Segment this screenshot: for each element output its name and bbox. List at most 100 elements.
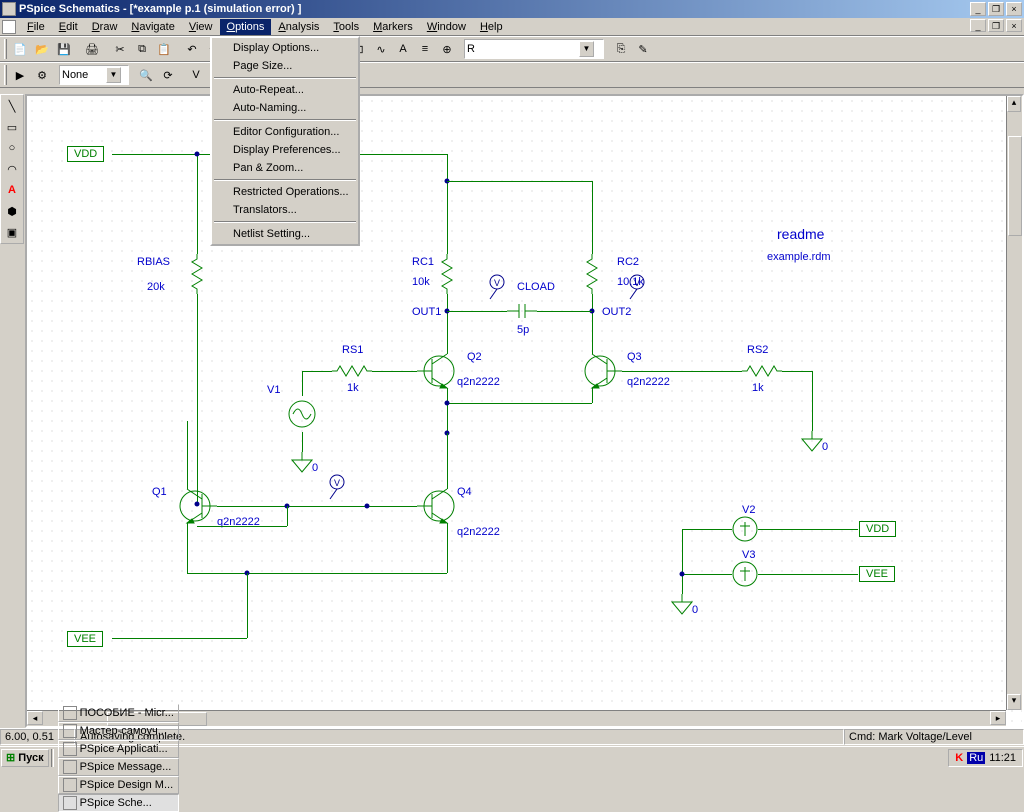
transistor-q3[interactable] — [582, 351, 622, 391]
resistor-rc1[interactable] — [442, 254, 452, 294]
readme-title[interactable]: readme — [777, 226, 824, 242]
ground-v23[interactable] — [672, 594, 692, 614]
port-vdd2[interactable]: VDD — [859, 521, 896, 537]
system-tray[interactable]: K Ru 11:21 — [948, 749, 1023, 767]
menu-navigate[interactable]: Navigate — [124, 19, 181, 35]
source-v3[interactable] — [732, 561, 758, 587]
menuitem-auto-naming-[interactable]: Auto-Naming... — [213, 99, 357, 117]
status-message: Autosaving complete. — [75, 729, 844, 745]
tray-icon[interactable]: K — [955, 752, 963, 764]
edit-attributes-button[interactable]: ✎ — [632, 38, 654, 60]
taskbar-item[interactable]: PSpice Sche... — [58, 794, 179, 812]
menuitem-editor-configuration-[interactable]: Editor Configuration... — [213, 123, 357, 141]
cut-button[interactable]: ✂ — [109, 38, 131, 60]
layer-combo-input[interactable] — [62, 69, 104, 81]
place-part-button[interactable]: ⎘ — [610, 38, 632, 60]
start-button[interactable]: ⊞ Пуск — [1, 749, 49, 767]
menuitem-page-size-[interactable]: Page Size... — [213, 57, 357, 75]
menu-tools[interactable]: Tools — [326, 19, 366, 35]
draw-arc-button[interactable]: ◠ — [2, 159, 22, 179]
menuitem-pan-zoom-[interactable]: Pan & Zoom... — [213, 159, 357, 177]
toolbar-grip[interactable] — [4, 65, 7, 85]
save-button[interactable]: 💾 — [53, 38, 75, 60]
new-button[interactable]: 📄 — [9, 38, 31, 60]
voltage-marker-out1[interactable]: V — [487, 274, 507, 299]
marker-v-button[interactable]: V — [185, 64, 207, 86]
print-button[interactable]: 🖨 — [81, 38, 103, 60]
resistor-rbias[interactable] — [192, 254, 202, 294]
minimize-button[interactable]: _ — [970, 2, 986, 16]
part-combo[interactable]: ▼ — [464, 39, 604, 59]
voltage-marker-out2[interactable]: V — [627, 274, 647, 299]
menu-markers[interactable]: Markers — [366, 19, 420, 35]
resistor-rs2[interactable] — [742, 366, 782, 376]
cload-value: 5p — [517, 324, 529, 336]
toolbar-grip[interactable] — [4, 39, 7, 59]
menu-analysis[interactable]: Analysis — [271, 19, 326, 35]
menuitem-display-preferences-[interactable]: Display Preferences... — [213, 141, 357, 159]
taskbar-item[interactable]: PSpice Design M... — [58, 776, 179, 794]
draw-line-button[interactable]: ╲ — [2, 96, 22, 116]
source-v1[interactable] — [289, 396, 315, 432]
menu-options[interactable]: Options — [220, 19, 272, 35]
undo-button[interactable]: ↶ — [181, 38, 203, 60]
close-button[interactable]: × — [1006, 2, 1022, 16]
mdi-minimize-button[interactable]: _ — [970, 19, 986, 32]
resistor-rs1[interactable] — [332, 366, 372, 376]
menu-file[interactable]: File — [20, 19, 52, 35]
vertical-scrollbar[interactable]: ▴ ▾ — [1006, 96, 1022, 710]
taskbar-item[interactable]: PSpice Message... — [58, 758, 179, 776]
menuitem-netlist-setting-[interactable]: Netlist Setting... — [213, 225, 357, 243]
resistor-rc2[interactable] — [587, 254, 597, 294]
copy-button[interactable]: ⧉ — [131, 38, 153, 60]
paste-button[interactable]: 📋 — [153, 38, 175, 60]
layer-combo[interactable]: ▼ — [59, 65, 129, 85]
simulate-button[interactable]: ▶ — [9, 64, 31, 86]
combo-arrow-icon[interactable]: ▼ — [106, 67, 121, 83]
draw-fill-button[interactable]: ▣ — [2, 222, 22, 242]
menu-help[interactable]: Help — [473, 19, 510, 35]
taskbar-item[interactable]: ПОСОБИЕ - Micr... — [58, 704, 179, 722]
menuitem-auto-repeat-[interactable]: Auto-Repeat... — [213, 81, 357, 99]
ground-rs2[interactable] — [802, 431, 822, 451]
source-v2[interactable] — [732, 516, 758, 542]
menuitem-translators-[interactable]: Translators... — [213, 201, 357, 219]
transistor-q4[interactable] — [417, 486, 457, 526]
port-vee2[interactable]: VEE — [859, 566, 895, 582]
bus-button[interactable]: ≡ — [414, 38, 436, 60]
text-button[interactable]: A — [392, 38, 414, 60]
probe-button[interactable]: 🔍 — [135, 64, 157, 86]
menu-draw[interactable]: Draw — [85, 19, 125, 35]
menuitem-display-options-[interactable]: Display Options... — [213, 39, 357, 57]
capacitor-cload[interactable] — [507, 301, 537, 321]
titlebar: PSpice Schematics - [*example p.1 (simul… — [0, 0, 1024, 18]
part-combo-input[interactable] — [467, 43, 577, 55]
net-button[interactable]: ⊕ — [436, 38, 458, 60]
mdi-close-button[interactable]: × — [1006, 19, 1022, 32]
voltage-marker-base[interactable]: V — [327, 474, 347, 499]
draw-circle-button[interactable]: ○ — [2, 138, 22, 158]
vscroll-thumb[interactable] — [1008, 136, 1022, 236]
menu-view[interactable]: View — [182, 19, 220, 35]
transistor-q2[interactable] — [417, 351, 457, 391]
mdi-restore-button[interactable]: ❐ — [988, 19, 1004, 32]
draw-poly-button[interactable]: ⬢ — [2, 201, 22, 221]
refresh-button[interactable]: ⟳ — [157, 64, 179, 86]
port-vee[interactable]: VEE — [67, 631, 103, 647]
draw-rect-button[interactable]: ▭ — [2, 117, 22, 137]
lang-indicator[interactable]: Ru — [967, 752, 985, 764]
schematic-canvas[interactable]: readme example.rdm VDD RBIAS 20k RC1 10k… — [27, 96, 1022, 726]
draw-text-button[interactable]: A — [2, 180, 22, 200]
menu-edit[interactable]: Edit — [52, 19, 85, 35]
menu-window[interactable]: Window — [420, 19, 473, 35]
taskbar-item[interactable]: Мастер-самоуч... — [58, 722, 179, 740]
ground-v1[interactable] — [292, 452, 312, 472]
wire-button[interactable]: ∿ — [370, 38, 392, 60]
setup-button[interactable]: ⚙ — [31, 64, 53, 86]
port-vdd[interactable]: VDD — [67, 146, 104, 162]
maximize-button[interactable]: ❐ — [988, 2, 1004, 16]
open-button[interactable]: 📂 — [31, 38, 53, 60]
taskbar-item[interactable]: PSpice Applicati... — [58, 740, 179, 758]
menuitem-restricted-operations-[interactable]: Restricted Operations... — [213, 183, 357, 201]
combo-arrow-icon[interactable]: ▼ — [579, 41, 594, 57]
